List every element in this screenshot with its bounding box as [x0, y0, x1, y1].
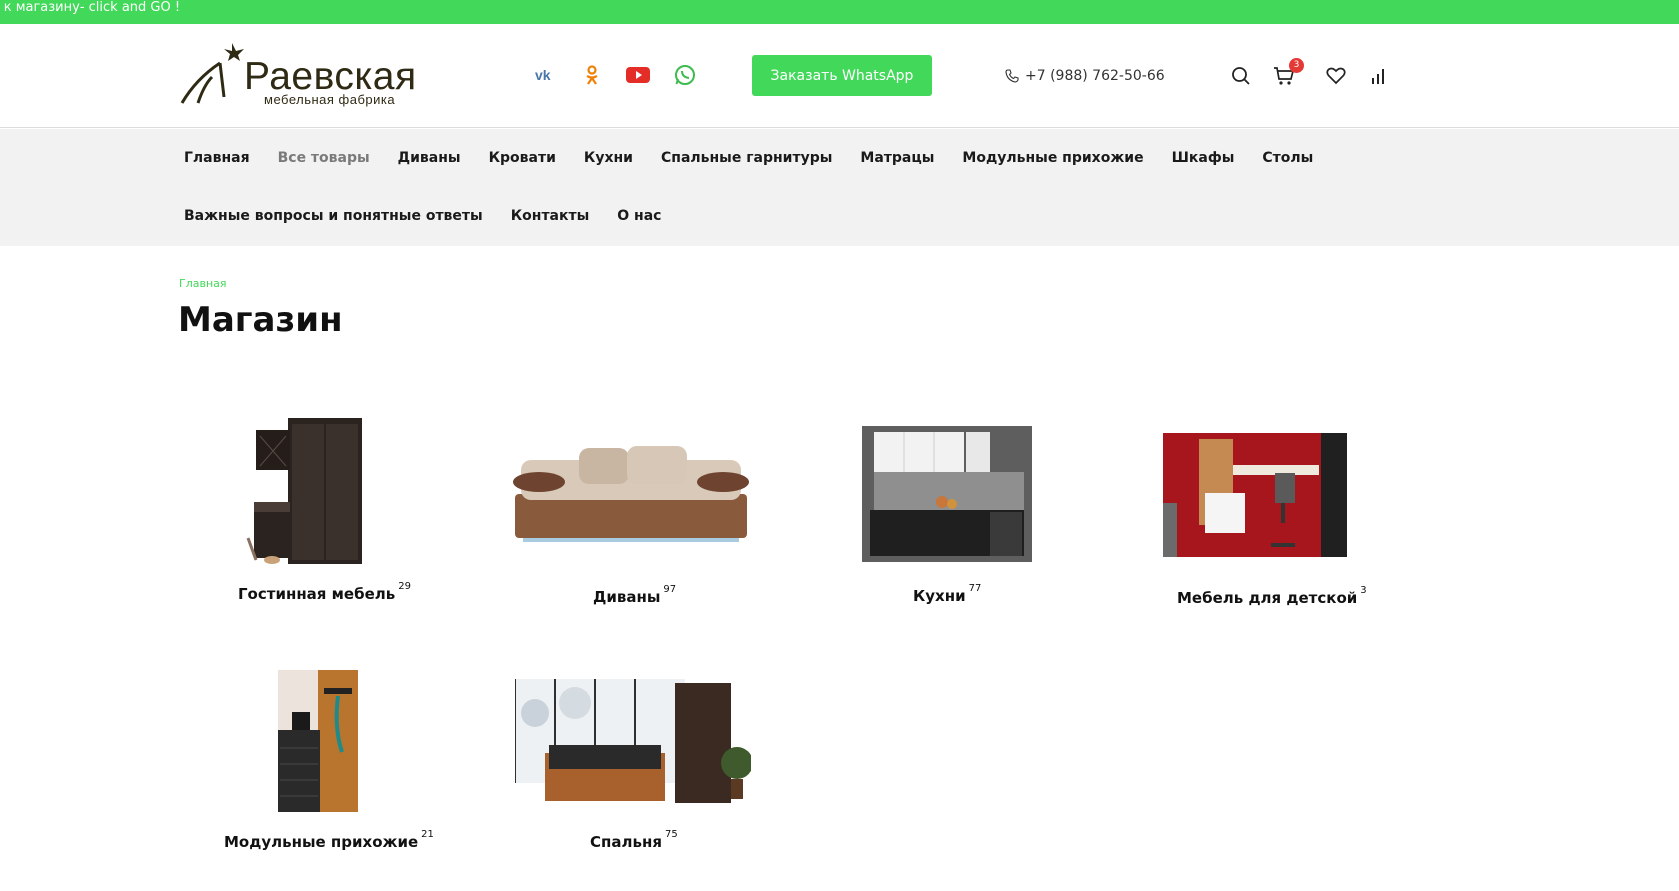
nav-row-secondary: Важные вопросы и понятные ответы Контакт…: [184, 207, 661, 225]
category-card-kitchens[interactable]: Кухни 77: [860, 426, 1060, 621]
nav-item-faq[interactable]: Важные вопросы и понятные ответы: [184, 207, 483, 225]
nav-item-contacts[interactable]: Контакты: [511, 207, 590, 225]
phone-link[interactable]: +7 (988) 762-50-66: [1005, 68, 1165, 84]
nav-item-home[interactable]: Главная: [184, 149, 250, 167]
category-image-kitchens: [862, 426, 1032, 562]
nav-item-mattresses[interactable]: Матрацы: [860, 149, 934, 167]
brand-name: Раевская: [244, 55, 417, 98]
youtube-icon[interactable]: [624, 61, 652, 89]
order-whatsapp-button[interactable]: Заказать WhatsApp: [752, 55, 932, 96]
vk-icon[interactable]: vk: [531, 61, 559, 89]
announcement-bar[interactable]: т к магазину- click and GO !: [0, 0, 1679, 24]
main-navigation: Главная Все товары Диваны Кровати Кухни …: [0, 129, 1679, 246]
category-count: 77: [968, 583, 982, 594]
nav-item-about[interactable]: О нас: [617, 207, 661, 225]
nav-item-beds[interactable]: Кровати: [489, 149, 556, 167]
category-count: 97: [663, 584, 677, 595]
category-count: 3: [1360, 585, 1367, 596]
phone-number: +7 (988) 762-50-66: [1025, 68, 1165, 84]
brand-logo[interactable]: Раевская мебельная фабрика: [178, 41, 418, 113]
category-label: Кухни 77: [913, 583, 982, 605]
category-image-kids-room: [1163, 433, 1347, 557]
category-image-modular-hallways: [278, 670, 358, 812]
breadcrumb-home[interactable]: Главная: [179, 277, 227, 290]
category-count: 29: [398, 581, 411, 592]
category-label: Гостинная мебель 29: [238, 581, 411, 603]
category-label: Спальня 75: [590, 829, 678, 851]
category-card-bedroom[interactable]: Спальня 75: [515, 673, 755, 863]
phone-icon: [1005, 69, 1019, 83]
category-image-sofas: [513, 446, 749, 542]
cart-count-badge: 3: [1289, 58, 1304, 73]
logo-mark-icon: [180, 43, 244, 104]
category-card-kids-room[interactable]: Мебель для детской 3: [1160, 433, 1380, 618]
category-label: Мебель для детской 3: [1177, 585, 1367, 607]
category-label: Диваны 97: [593, 584, 677, 606]
category-count: 75: [664, 829, 678, 840]
compare-chart-icon[interactable]: [1366, 64, 1390, 88]
nav-item-all-products[interactable]: Все товары: [278, 149, 370, 167]
wishlist-heart-icon[interactable]: [1324, 64, 1348, 88]
nav-item-bedroom-sets[interactable]: Спальные гарнитуры: [661, 149, 832, 167]
category-label: Модульные прихожие 21: [224, 829, 434, 851]
nav-item-sofas[interactable]: Диваны: [398, 149, 461, 167]
nav-item-kitchens[interactable]: Кухни: [584, 149, 633, 167]
announcement-text: т к магазину- click and GO !: [0, 0, 181, 15]
nav-item-modular-hallways[interactable]: Модульные прихожие: [962, 149, 1143, 167]
category-card-living-room[interactable]: Гостинная мебель 29: [230, 410, 411, 615]
site-header: Раевская мебельная фабрика vk Заказать W…: [0, 24, 1679, 128]
search-icon[interactable]: [1229, 64, 1253, 88]
category-card-modular-hallways[interactable]: Модульные прихожие 21: [222, 668, 442, 863]
category-image-living-room: [246, 418, 362, 564]
svg-text:vk: vk: [535, 68, 551, 82]
whatsapp-icon[interactable]: [671, 61, 699, 89]
category-card-sofas[interactable]: Диваны 97: [505, 440, 755, 620]
category-image-bedroom: [515, 679, 751, 803]
page-title: Магазин: [178, 300, 343, 340]
odnoklassniki-icon[interactable]: [578, 61, 606, 89]
brand-tagline: мебельная фабрика: [264, 92, 396, 107]
nav-item-tables[interactable]: Столы: [1262, 149, 1313, 167]
nav-item-wardrobes[interactable]: Шкафы: [1172, 149, 1235, 167]
cart-icon[interactable]: 3: [1272, 58, 1304, 88]
nav-row-primary: Главная Все товары Диваны Кровати Кухни …: [184, 149, 1313, 167]
category-count: 21: [421, 829, 434, 840]
